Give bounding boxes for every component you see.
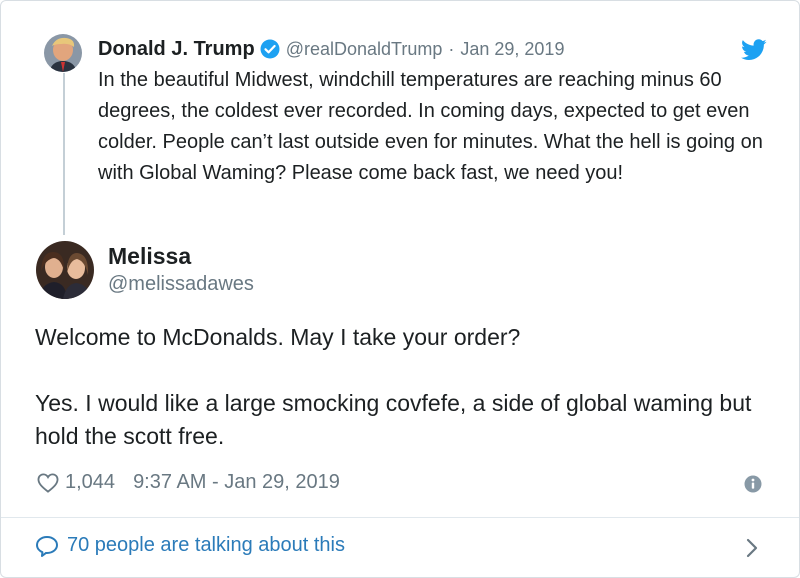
parent-tweet-date[interactable]: Jan 29, 2019 (460, 39, 564, 60)
header-separator: · (448, 38, 455, 59)
verified-badge-icon (260, 39, 280, 59)
footer-divider (1, 517, 799, 518)
embedded-tweet-card: Donald J. Trump @realDonaldTrump · Jan 2… (0, 0, 800, 578)
tweet-timestamp[interactable]: 9:37 AM - Jan 29, 2019 (133, 471, 340, 494)
tweet-text-line: Yes. I would like a large smocking covfe… (35, 390, 752, 449)
author-name[interactable]: Melissa (108, 243, 191, 270)
parent-tweet-text: In the beautiful Midwest, windchill temp… (98, 69, 763, 184)
tweet-text-line: Welcome to McDonalds. May I take your or… (35, 324, 521, 350)
chevron-right-icon[interactable] (744, 537, 760, 559)
author-handle[interactable]: @melissadawes (108, 273, 254, 296)
speech-bubble-icon (35, 535, 59, 557)
author-avatar[interactable] (36, 241, 94, 299)
info-icon[interactable] (744, 475, 762, 493)
heart-icon[interactable] (37, 472, 59, 493)
twitter-bird-icon[interactable] (741, 39, 767, 61)
parent-tweet-header: Donald J. Trump @realDonaldTrump · Jan 2… (98, 37, 564, 61)
thread-connector-line (63, 73, 65, 235)
tweet-meta: 1,044 9:37 AM - Jan 29, 2019 (37, 471, 340, 494)
parent-author-handle[interactable]: @realDonaldTrump (286, 39, 443, 60)
parent-author-avatar[interactable] (44, 34, 82, 72)
like-count[interactable]: 1,044 (65, 471, 115, 494)
parent-author-name[interactable]: Donald J. Trump (98, 38, 255, 61)
tweet-text: Welcome to McDonalds. May I take your or… (35, 321, 775, 453)
conversation-count-label[interactable]: 70 people are talking about this (67, 534, 345, 557)
conversation-link[interactable]: 70 people are talking about this (35, 534, 345, 557)
